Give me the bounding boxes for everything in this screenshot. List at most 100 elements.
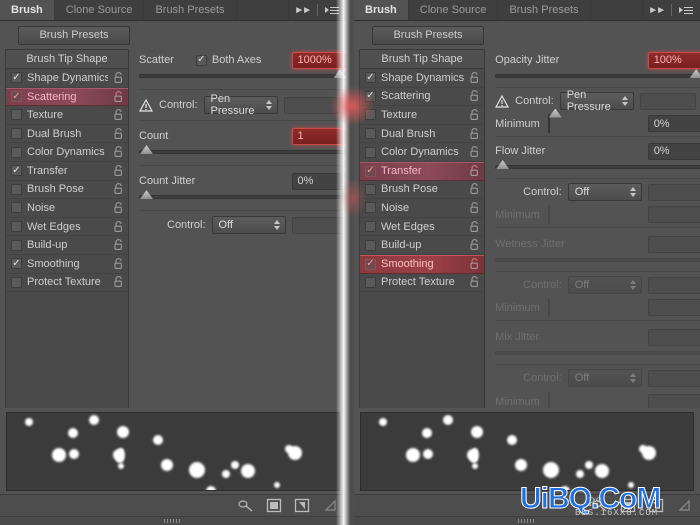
sidebar-item-shape-dynamics[interactable]: ✓ Shape Dynamics xyxy=(360,69,485,88)
delete-brush-icon[interactable] xyxy=(676,498,692,513)
sidebar-item-checkbox[interactable] xyxy=(11,276,22,288)
sidebar-item-checkbox[interactable]: ✓ xyxy=(11,72,22,84)
sidebar-item-checkbox[interactable] xyxy=(365,202,376,214)
sidebar-item-dual-brush[interactable]: Dual Brush xyxy=(360,125,485,144)
control-select-2[interactable]: Off xyxy=(567,183,642,201)
minimum-slider-1[interactable] xyxy=(547,108,640,133)
sidebar-item-noise[interactable]: Noise xyxy=(6,199,128,218)
brush-tip-shape-header[interactable]: Brush Tip Shape xyxy=(360,50,485,69)
panel-menu-icon[interactable] xyxy=(679,6,693,14)
sidebar-item-checkbox[interactable] xyxy=(11,109,22,121)
count-jitter-slider[interactable] xyxy=(139,190,346,199)
sidebar-item-scattering[interactable]: ✓ Scattering xyxy=(6,87,128,107)
lock-icon[interactable] xyxy=(113,146,124,158)
sidebar-item-wet-edges[interactable]: Wet Edges xyxy=(360,218,485,237)
sidebar-item-shape-dynamics[interactable]: ✓ Shape Dynamics xyxy=(6,69,128,88)
sidebar-item-noise[interactable]: Noise xyxy=(360,199,485,218)
sidebar-item-checkbox[interactable] xyxy=(11,183,22,195)
lock-icon[interactable] xyxy=(113,109,124,121)
sidebar-item-transfer[interactable]: ✓ Transfer xyxy=(6,162,128,181)
lock-icon[interactable] xyxy=(469,109,480,121)
control-select-1[interactable]: Pen Pressure xyxy=(559,89,634,113)
lock-icon[interactable] xyxy=(113,127,124,140)
sidebar-item-checkbox[interactable]: ✓ xyxy=(11,258,22,270)
sidebar-item-build-up[interactable]: Build-up xyxy=(360,236,485,255)
lock-icon[interactable] xyxy=(469,127,480,140)
create-brush-icon[interactable] xyxy=(294,498,310,513)
tab-brush-presets[interactable]: Brush Presets xyxy=(144,0,237,20)
resize-grip-right[interactable] xyxy=(354,516,700,525)
sidebar-item-checkbox[interactable] xyxy=(365,239,376,251)
flow-jitter-slider[interactable] xyxy=(495,160,700,169)
brush-toggle-icon[interactable] xyxy=(592,498,608,513)
control-select-1[interactable]: Pen Pressure xyxy=(203,93,278,117)
tab-brush[interactable]: Brush xyxy=(0,0,55,20)
sidebar-item-checkbox[interactable] xyxy=(365,221,376,233)
sidebar-item-brush-pose[interactable]: Brush Pose xyxy=(6,181,128,200)
lock-icon[interactable] xyxy=(113,220,124,233)
brush-toggle-icon[interactable] xyxy=(238,498,254,513)
sidebar-item-checkbox[interactable] xyxy=(11,239,22,251)
sidebar-item-checkbox[interactable] xyxy=(11,202,22,214)
sidebar-item-checkbox[interactable] xyxy=(365,109,376,121)
sidebar-item-checkbox[interactable] xyxy=(365,276,376,288)
lock-icon[interactable] xyxy=(113,202,124,214)
tab-clone-source[interactable]: Clone Source xyxy=(408,0,499,20)
flow-jitter-value[interactable]: 0% xyxy=(647,142,700,160)
sidebar-item-smoothing[interactable]: ✓ Smoothing xyxy=(360,254,485,274)
lock-icon[interactable] xyxy=(469,71,480,84)
minimum-value-1[interactable]: 0% xyxy=(647,115,700,132)
scatter-slider[interactable] xyxy=(139,69,346,78)
tab-clone-source[interactable]: Clone Source xyxy=(54,0,145,20)
collapse-double-arrow-icon[interactable]: ►► xyxy=(648,5,666,16)
sidebar-item-protect-texture[interactable]: Protect Texture xyxy=(360,274,485,293)
tab-brush[interactable]: Brush xyxy=(354,0,409,20)
opacity-jitter-slider[interactable] xyxy=(495,69,700,78)
brush-tip-shape-header[interactable]: Brush Tip Shape xyxy=(6,50,128,69)
collapse-double-arrow-icon[interactable]: ►► xyxy=(294,5,312,16)
lock-icon[interactable] xyxy=(469,165,480,177)
sidebar-item-checkbox[interactable] xyxy=(11,128,22,140)
sidebar-item-checkbox[interactable]: ✓ xyxy=(365,165,376,177)
sidebar-item-build-up[interactable]: Build-up xyxy=(6,236,128,255)
lock-icon[interactable] xyxy=(469,220,480,233)
lock-icon[interactable] xyxy=(113,257,124,270)
count-slider[interactable] xyxy=(139,145,346,154)
sidebar-item-checkbox[interactable] xyxy=(365,146,376,158)
resize-grip-left[interactable] xyxy=(0,516,346,525)
opacity-jitter-value[interactable]: 100% xyxy=(647,51,700,69)
lock-icon[interactable] xyxy=(469,276,480,288)
sidebar-item-dual-brush[interactable]: Dual Brush xyxy=(6,125,128,144)
sidebar-item-checkbox[interactable]: ✓ xyxy=(365,90,376,102)
sidebar-item-checkbox[interactable] xyxy=(365,128,376,140)
sidebar-item-wet-edges[interactable]: Wet Edges xyxy=(6,218,128,237)
lock-icon[interactable] xyxy=(113,276,124,288)
new-preset-icon[interactable] xyxy=(620,498,636,513)
lock-icon[interactable] xyxy=(113,164,124,177)
lock-icon[interactable] xyxy=(113,183,124,195)
brush-presets-button[interactable]: Brush Presets xyxy=(372,25,484,45)
tab-brush-presets[interactable]: Brush Presets xyxy=(498,0,591,20)
create-brush-icon[interactable] xyxy=(648,498,664,513)
lock-icon[interactable] xyxy=(113,239,124,251)
lock-icon[interactable] xyxy=(113,90,124,103)
brush-presets-button[interactable]: Brush Presets xyxy=(18,25,130,45)
sidebar-item-checkbox[interactable]: ✓ xyxy=(11,91,22,103)
both-axes-checkbox[interactable]: ✓ xyxy=(195,54,207,66)
lock-icon[interactable] xyxy=(469,183,480,195)
sidebar-item-smoothing[interactable]: ✓ Smoothing xyxy=(6,255,128,274)
sidebar-item-checkbox[interactable] xyxy=(365,183,376,195)
lock-icon[interactable] xyxy=(469,202,480,214)
sidebar-item-texture[interactable]: Texture xyxy=(6,106,128,125)
sidebar-item-color-dynamics[interactable]: Color Dynamics xyxy=(6,143,128,162)
sidebar-item-brush-pose[interactable]: Brush Pose xyxy=(360,181,485,200)
sidebar-item-checkbox[interactable]: ✓ xyxy=(11,165,22,177)
lock-icon[interactable] xyxy=(469,239,480,251)
control-select-2[interactable]: Off xyxy=(211,216,286,234)
sidebar-item-scattering[interactable]: ✓ Scattering xyxy=(360,88,485,107)
sidebar-item-checkbox[interactable]: ✓ xyxy=(365,258,376,270)
sidebar-item-protect-texture[interactable]: Protect Texture xyxy=(6,274,128,293)
sidebar-item-color-dynamics[interactable]: Color Dynamics xyxy=(360,143,485,162)
sidebar-item-checkbox[interactable]: ✓ xyxy=(365,72,376,84)
sidebar-item-texture[interactable]: Texture xyxy=(360,106,485,125)
